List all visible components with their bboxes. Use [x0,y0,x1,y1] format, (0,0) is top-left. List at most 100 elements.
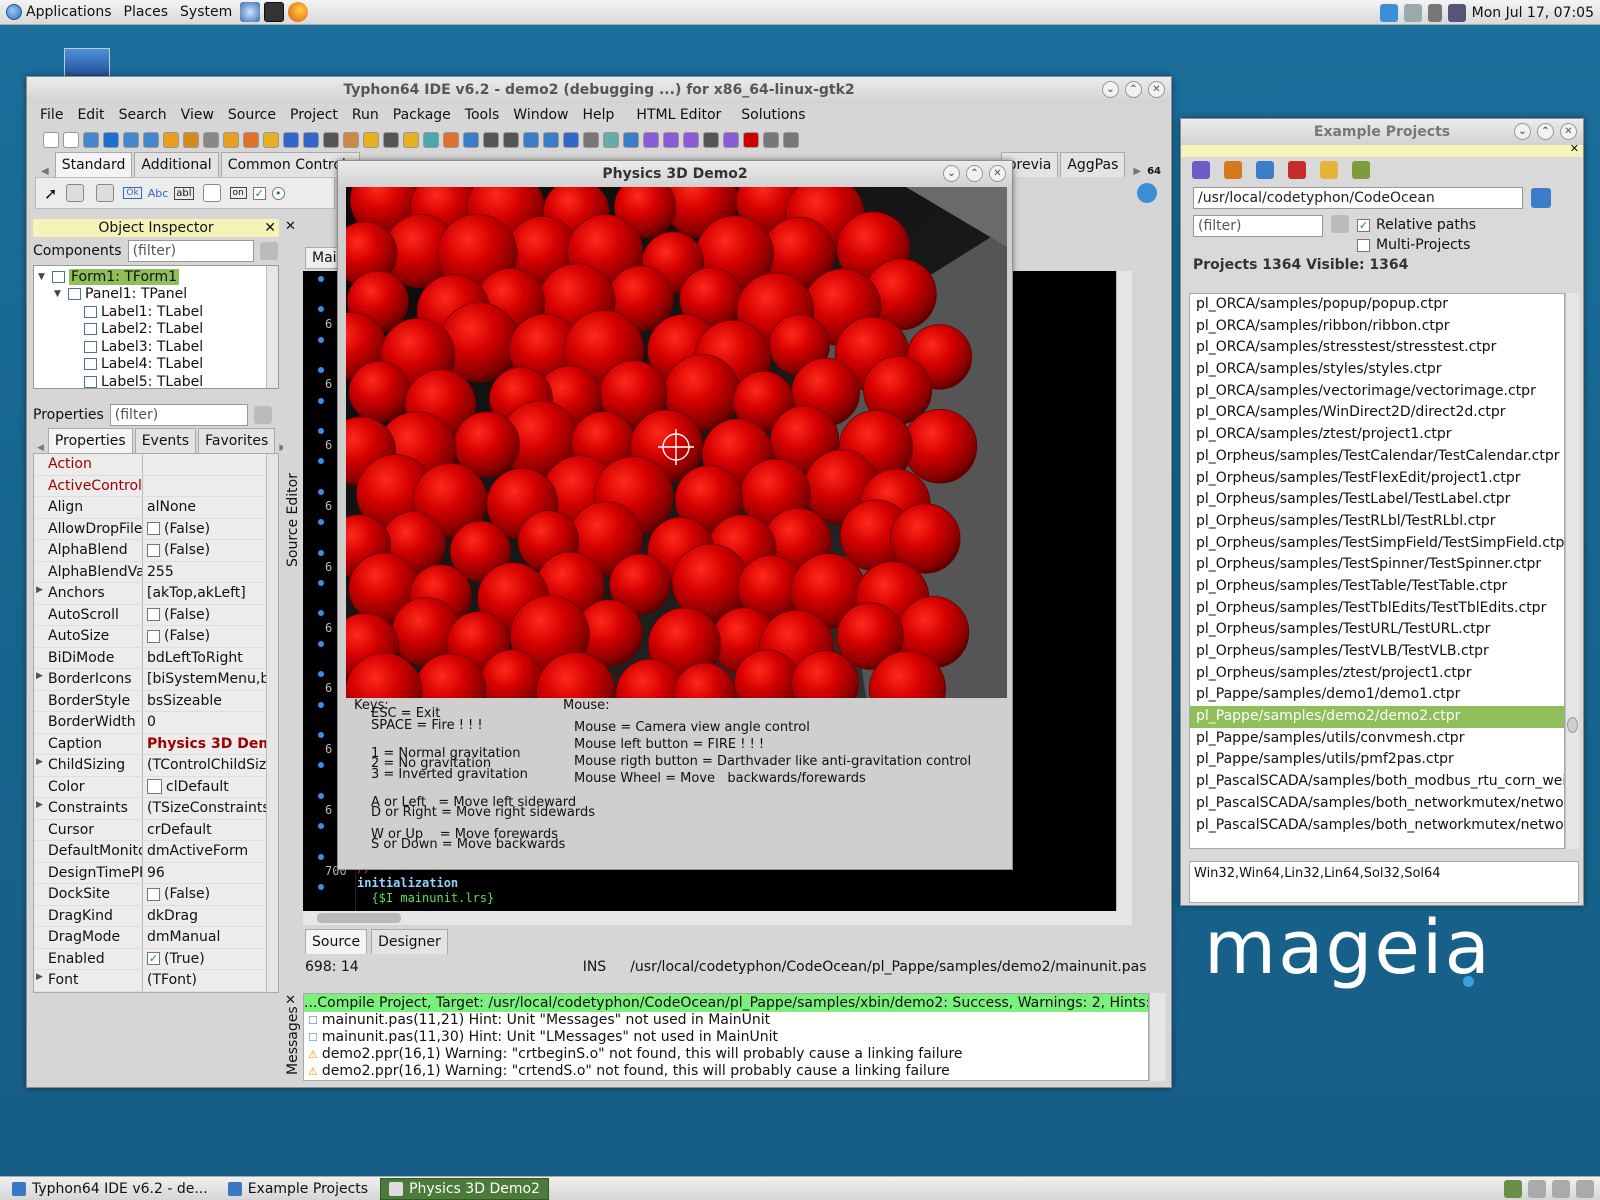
project-list-item[interactable]: pl_ORCA/samples/ribbon/ribbon.ctpr [1190,316,1564,338]
ide-titlebar[interactable]: Typhon64 IDE v6.2 - demo2 (debugging ...… [27,77,1171,103]
menu-run[interactable]: Run [345,107,386,123]
toolbar-tool-34-icon[interactable] [703,132,719,148]
close-icon[interactable]: ✕ [1148,81,1165,98]
project-list-item[interactable]: pl_ORCA/samples/stresstest/stresstest.ct… [1190,337,1564,359]
menu-file[interactable]: File [33,107,70,123]
messages-vscrollbar[interactable] [1149,993,1165,1081]
breakpoint-gutter-dot[interactable] [318,458,324,465]
toolbar-tool-7-icon[interactable] [163,132,179,148]
mainmenu-tool-icon[interactable] [66,184,85,202]
property-vscrollbar[interactable] [266,454,278,992]
tab-source[interactable]: Source [305,929,368,954]
code-line[interactable]: {$I mainunit.lrs} [357,891,494,905]
breakpoint-gutter-dot[interactable] [318,488,324,495]
project-list-item[interactable]: pl_Pappe/samples/utils/pmf2pas.ctpr [1190,749,1564,771]
property-value[interactable]: [akTop,akLeft] [142,583,278,604]
code-hscroll-thumb[interactable] [317,913,401,923]
open-project-icon[interactable] [1224,161,1242,179]
unchecked-icon[interactable] [147,629,160,643]
expand-triangle-icon[interactable]: ▶ [36,757,43,767]
toolbar-tool-16-icon[interactable] [343,132,359,148]
pointer-tool-icon[interactable]: ➚ [44,184,57,203]
physics-3d-viewport[interactable] [346,187,1007,698]
breakpoint-gutter-dot[interactable] [318,884,324,890]
workspace-4-icon[interactable] [1576,1180,1594,1198]
breakpoint-gutter-dot[interactable] [318,276,324,282]
breakpoint-gutter-dot[interactable] [318,428,324,434]
property-row[interactable]: ▶ Font (TFont) [34,970,278,992]
desktop-computer-icon[interactable] [64,48,110,78]
property-row[interactable]: ActiveControl [34,475,278,497]
menu-source[interactable]: Source [221,107,283,123]
property-value[interactable]: (False) [142,540,278,561]
property-value[interactable]: dmActiveForm [142,841,278,862]
project-list-item[interactable]: pl_Orpheus/samples/TestLabel/TestLabel.c… [1190,489,1564,511]
palette-download-icon[interactable] [1137,183,1157,203]
source-editor-close-icon[interactable]: ✕ [285,219,296,234]
toolbar-tool-12-icon[interactable] [263,132,279,148]
volume-icon[interactable] [1427,3,1442,22]
breakpoint-gutter-dot[interactable] [318,732,324,738]
breakpoint-gutter-dot[interactable] [318,640,324,647]
unchecked-icon[interactable] [147,543,160,557]
message-row[interactable]: ☐ mainunit.pas(11,21) Hint: Unit "Message… [304,1012,1148,1029]
property-row[interactable]: DesignTimePP 96 [34,862,278,884]
palette-scroll-left-icon[interactable]: ◀ [41,166,49,177]
property-row[interactable]: Cursor crDefault [34,819,278,841]
unchecked-icon[interactable] [147,608,160,622]
property-row[interactable]: AlphaBlend (False) [34,540,278,562]
property-row[interactable]: ▶ Constraints (TSizeConstraints) [34,798,278,820]
minimize-icon[interactable]: ⌄ [1102,81,1119,98]
property-value[interactable]: (TFont) [142,970,278,991]
property-row[interactable]: ▶ BorderIcons [biSystemMenu,bi [34,669,278,691]
task-physics-demo[interactable]: Physics 3D Demo2 [380,1177,549,1200]
projects-path-input[interactable]: /usr/local/codetyphon/CodeOcean [1193,187,1523,209]
project-list-item[interactable]: pl_ORCA/samples/ztest/project1.ctpr [1190,424,1564,446]
maximize-icon[interactable]: ⌃ [1125,81,1142,98]
toolbar-tool-37-icon[interactable] [763,132,779,148]
toolbar-tool-15-icon[interactable] [323,132,339,148]
property-row[interactable]: BiDiMode bdLeftToRight [34,647,278,669]
toolbar-tool-28-icon[interactable] [583,132,599,148]
edit-tool-icon[interactable]: abl [174,186,194,200]
tree-expand-icon[interactable]: ▼ [38,272,48,282]
toolbar-tool-6-icon[interactable] [143,132,159,148]
physics-maximize-icon[interactable]: ⌃ [966,165,983,182]
property-row[interactable]: Color clDefault [34,776,278,798]
property-value[interactable]: ✓ (True) [142,948,278,969]
breakpoint-gutter-dot[interactable] [318,762,324,769]
breakpoint-gutter-dot[interactable] [318,853,324,860]
message-row[interactable]: ☐ mainunit.pas(11,30) Hint: Unit "LMessag… [304,1029,1148,1046]
toolbar-tool-17-icon[interactable] [363,132,379,148]
property-value[interactable]: Physics 3D Dem [142,733,278,754]
palette-tab-additional[interactable]: Additional [134,152,219,177]
expand-triangle-icon[interactable]: ▶ [36,671,43,681]
toolbar-tool-2-icon[interactable] [63,132,79,148]
platforms-field[interactable]: Win32,Win64,Lin32,Lin64,Sol32,Sol64 [1189,861,1579,903]
ep-minimize-icon[interactable]: ⌄ [1514,123,1531,140]
toolbar-tool-9-icon[interactable] [203,132,219,148]
property-row[interactable]: Action [34,454,278,476]
toolbar-tool-13-icon[interactable] [283,132,299,148]
display-icon[interactable] [1447,3,1466,22]
property-value[interactable] [142,475,278,496]
property-value[interactable]: crDefault [142,819,278,840]
toolbar-tool-32-icon[interactable] [663,132,679,148]
workspace-1-icon[interactable] [1504,1180,1522,1198]
toolbar-tool-26-icon[interactable] [543,132,559,148]
project-list-item[interactable]: pl_PascalSCADA/samples/both_networkmutex… [1190,793,1564,815]
radiobutton-tool-icon[interactable]: • [271,186,285,200]
terminal-launcher-icon[interactable] [264,2,285,22]
palette-tab-standard[interactable]: Standard [54,152,133,177]
tree-node[interactable]: Label5: TLabel [38,373,278,391]
project-list-item[interactable]: pl_ORCA/samples/WinDirect2D/direct2d.ctp… [1190,402,1564,424]
menu-search[interactable]: Search [112,107,174,123]
project-list-item[interactable]: pl_Orpheus/samples/TestSpinner/TestSpinn… [1190,554,1564,576]
menu-package[interactable]: Package [386,107,458,123]
copy-project-icon[interactable] [1256,161,1274,179]
system-menu[interactable]: System [174,0,238,25]
memo-tool-icon[interactable] [202,184,221,202]
menu-view[interactable]: View [174,107,221,123]
property-value[interactable]: (False) [142,884,278,905]
task-example-projects[interactable]: Example Projects [220,1178,376,1200]
